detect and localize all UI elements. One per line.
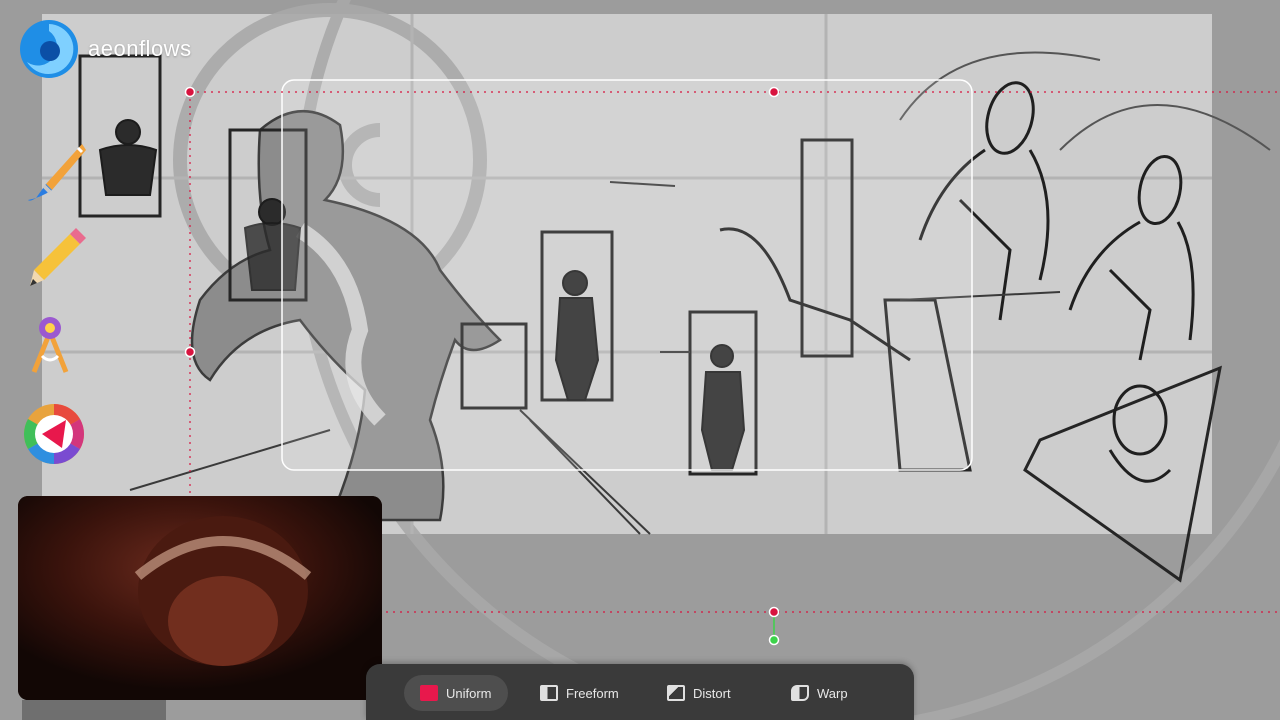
brand-logo-group: aeonflows xyxy=(18,18,192,80)
freeform-icon xyxy=(540,685,558,701)
brush-tool-button[interactable] xyxy=(22,140,90,208)
distort-icon xyxy=(667,685,685,701)
brand-name: aeonflows xyxy=(88,36,192,61)
freeform-label: Freeform xyxy=(566,685,619,701)
color-tool-button[interactable] xyxy=(22,402,90,470)
compass-tool-button[interactable] xyxy=(22,308,90,376)
warp-icon xyxy=(791,685,809,701)
aeonflows-logo-icon xyxy=(20,20,78,78)
pencil-tool-button[interactable] xyxy=(22,224,90,292)
warp-label: Warp xyxy=(817,685,848,701)
uniform-mode-button[interactable]: Uniform xyxy=(404,675,508,711)
color-wheel-icon xyxy=(23,404,85,464)
pencil-icon xyxy=(30,228,86,286)
uniform-label: Uniform xyxy=(446,685,492,701)
webcam-overlay xyxy=(18,496,382,700)
compass-icon xyxy=(31,317,69,373)
distort-label: Distort xyxy=(693,685,731,701)
brush-icon xyxy=(28,144,86,201)
webcam-feed xyxy=(18,496,382,700)
transform-toolbar: Uniform Freeform Distort Warp xyxy=(366,664,914,720)
bottom-panel-edge xyxy=(22,700,166,720)
distort-mode-button[interactable]: Distort xyxy=(651,675,747,711)
freeform-mode-button[interactable]: Freeform xyxy=(524,675,635,711)
uniform-icon xyxy=(420,685,438,701)
warp-mode-button[interactable]: Warp xyxy=(775,675,864,711)
selection-frame xyxy=(281,79,973,471)
